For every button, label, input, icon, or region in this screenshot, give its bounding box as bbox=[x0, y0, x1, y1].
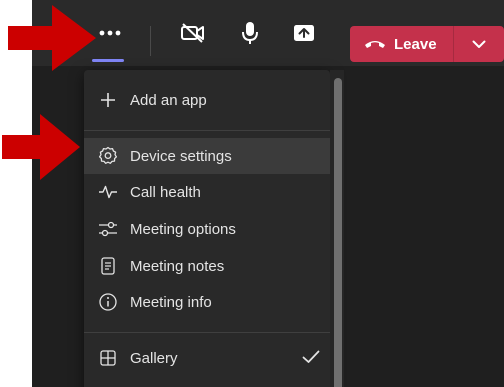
leave-button[interactable]: Leave bbox=[350, 26, 453, 62]
leave-label: Leave bbox=[394, 35, 437, 53]
annotation-arrow-more bbox=[8, 5, 96, 71]
menu-item-gallery[interactable]: Gallery bbox=[84, 340, 330, 376]
chevron-down-icon bbox=[472, 40, 486, 48]
menu-scrollbar-thumb[interactable] bbox=[334, 78, 342, 387]
menu-item-call-health[interactable]: Call health bbox=[84, 174, 330, 210]
phone-hangup-icon bbox=[365, 41, 385, 48]
plus-icon bbox=[98, 90, 118, 110]
annotation-arrow-device-settings bbox=[2, 114, 80, 180]
toolbar-divider bbox=[150, 26, 151, 56]
share-screen-icon bbox=[294, 25, 314, 41]
grid-icon bbox=[98, 348, 118, 368]
more-actions-menu: Add an app Device settings Call health M… bbox=[84, 70, 330, 387]
menu-item-add-app[interactable]: Add an app bbox=[84, 82, 330, 118]
menu-divider bbox=[84, 332, 330, 333]
menu-item-meeting-notes[interactable]: Meeting notes bbox=[84, 248, 330, 284]
camera-off-icon bbox=[181, 23, 204, 43]
microphone-toggle-button[interactable] bbox=[226, 0, 274, 66]
menu-item-meeting-info[interactable]: Meeting info bbox=[84, 284, 330, 320]
menu-item-label: Meeting options bbox=[130, 220, 236, 238]
menu-item-label: Meeting notes bbox=[130, 257, 225, 275]
camera-toggle-button[interactable] bbox=[169, 0, 217, 66]
menu-item-label: Device settings bbox=[130, 147, 232, 165]
leave-split-button: Leave bbox=[350, 26, 504, 62]
checkmark-icon bbox=[302, 350, 320, 363]
menu-item-label: Meeting info bbox=[130, 293, 212, 311]
pulse-icon bbox=[98, 182, 118, 202]
menu-divider bbox=[84, 130, 330, 131]
leave-options-button[interactable] bbox=[454, 26, 504, 62]
notes-icon bbox=[98, 256, 118, 276]
gear-icon bbox=[98, 146, 118, 166]
menu-item-meeting-options[interactable]: Meeting options bbox=[84, 211, 330, 247]
sliders-icon bbox=[98, 219, 118, 239]
share-screen-button[interactable] bbox=[280, 0, 328, 66]
info-icon bbox=[98, 292, 118, 312]
menu-item-device-settings[interactable]: Device settings bbox=[84, 138, 330, 174]
microphone-icon bbox=[242, 22, 258, 44]
menu-item-label: Add an app bbox=[130, 91, 207, 109]
menu-item-label: Call health bbox=[130, 183, 201, 201]
menu-item-label: Gallery bbox=[130, 349, 178, 367]
